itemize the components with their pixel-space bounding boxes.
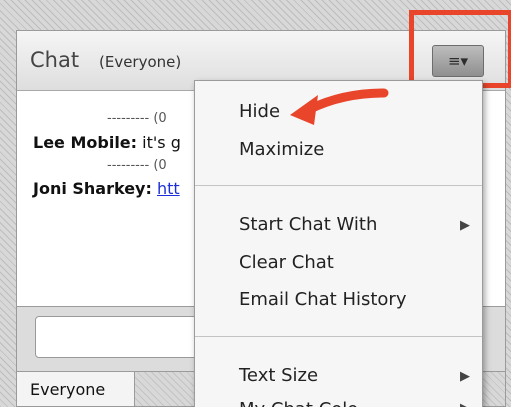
menu-item-hide[interactable]: Hide [239,101,280,122]
menu-item-maximize[interactable]: Maximize [239,139,324,160]
menu-item-text-size[interactable]: Text Size [239,365,318,386]
annotation-highlight-box [409,10,511,88]
menu-divider [195,185,482,186]
menu-item-email-chat-history[interactable]: Email Chat History [239,289,406,310]
submenu-arrow-icon: ▶ [460,369,470,384]
message-text: it's g [142,133,181,152]
submenu-arrow-icon: ▶ [460,401,470,407]
menu-item-clear-chat[interactable]: Clear Chat [239,252,334,273]
message-link[interactable]: htt [157,179,180,198]
pod-subtitle: (Everyone) [99,53,182,71]
menu-item-my-chat-color[interactable]: My Chat Colo [239,399,358,407]
message-sender: Joni Sharkey: [33,179,152,198]
annotation-arrow-icon [290,88,389,125]
submenu-arrow-icon: ▶ [460,218,470,233]
message-separator: --------- (0 [107,158,167,173]
chat-message: Lee Mobile: it's g [33,133,181,152]
pod-title: Chat [30,48,80,72]
menu-item-start-chat-with[interactable]: Start Chat With [239,214,377,235]
tab-everyone[interactable]: Everyone [17,372,135,406]
chat-message: Joni Sharkey: htt [33,179,180,198]
menu-divider [195,336,482,337]
message-sender: Lee Mobile: [33,133,138,152]
message-separator: --------- (0 [107,111,167,126]
